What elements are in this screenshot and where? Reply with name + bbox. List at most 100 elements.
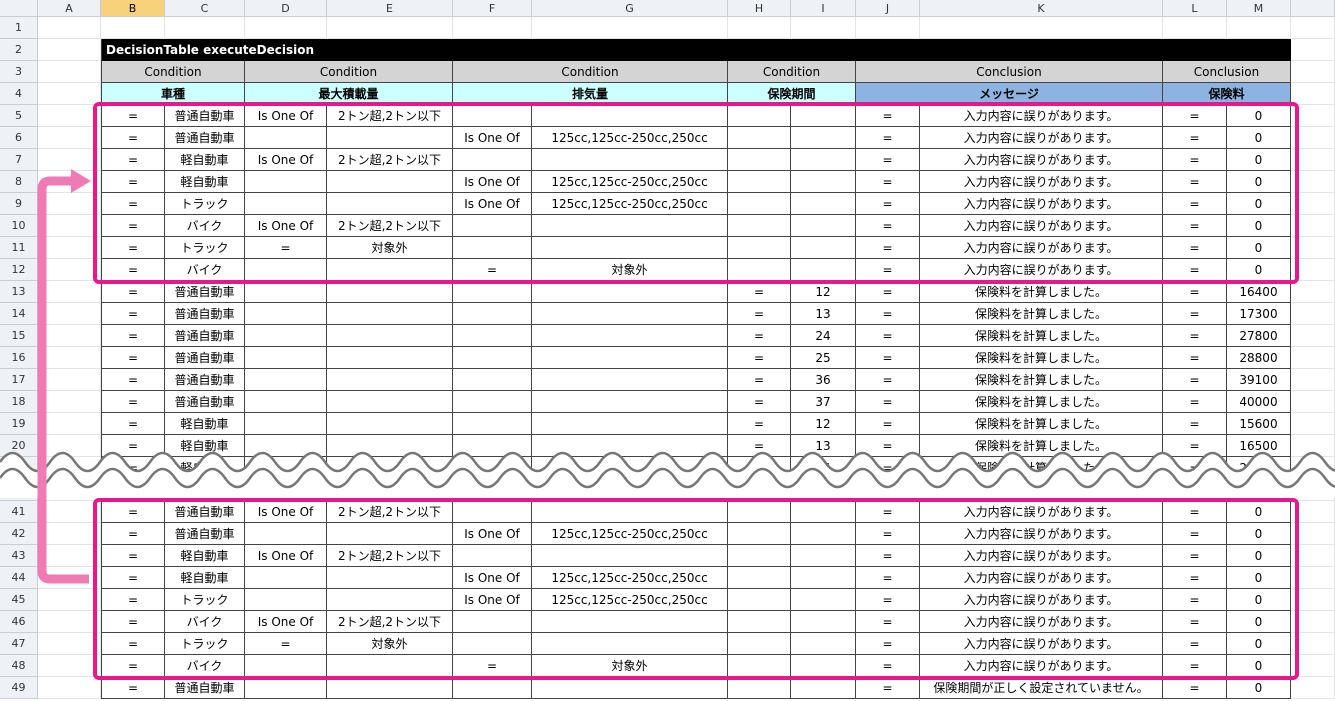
table-cell-d9[interactable] xyxy=(245,193,327,215)
table-cell-f41[interactable] xyxy=(453,501,532,523)
table-cell-d45[interactable] xyxy=(245,589,327,611)
column-header-f[interactable]: F xyxy=(453,0,532,17)
cell-n9[interactable] xyxy=(1291,193,1335,215)
table-cell-i45[interactable] xyxy=(791,589,856,611)
table-cell-d19[interactable] xyxy=(245,413,327,435)
table-cell-c46[interactable]: バイク xyxy=(165,611,245,633)
table-cell-e11[interactable]: 対象外 xyxy=(327,237,453,259)
row-header-6[interactable]: 6 xyxy=(0,127,38,149)
cell-n14[interactable] xyxy=(1291,303,1335,325)
row-header-2[interactable]: 2 xyxy=(0,39,38,61)
table-cell-i8[interactable] xyxy=(791,171,856,193)
table-cell-m47[interactable]: 0 xyxy=(1227,633,1291,655)
table-cell-d12[interactable] xyxy=(245,259,327,281)
cell-n49[interactable] xyxy=(1291,677,1335,699)
table-cell-h10[interactable] xyxy=(728,215,791,237)
table-cell-i6[interactable] xyxy=(791,127,856,149)
table-cell-c11[interactable]: トラック xyxy=(165,237,245,259)
table-cell-l7[interactable]: = xyxy=(1163,149,1227,171)
table-cell-b45[interactable]: = xyxy=(101,589,165,611)
table-cell-l14[interactable]: = xyxy=(1163,303,1227,325)
row-header-4[interactable]: 4 xyxy=(0,83,38,105)
table-cell-b6[interactable]: = xyxy=(101,127,165,149)
table-cell-f7[interactable] xyxy=(453,149,532,171)
table-cell-f45[interactable]: Is One Of xyxy=(453,589,532,611)
row-header-19[interactable]: 19 xyxy=(0,413,38,435)
column-header-d[interactable]: D xyxy=(245,0,327,17)
table-cell-i41[interactable] xyxy=(791,501,856,523)
table-cell-g12[interactable]: 対象外 xyxy=(532,259,728,281)
table-cell-h9[interactable] xyxy=(728,193,791,215)
table-cell-c45[interactable]: トラック xyxy=(165,589,245,611)
table-cell-l11[interactable]: = xyxy=(1163,237,1227,259)
table-cell-i10[interactable] xyxy=(791,215,856,237)
row-header-13[interactable]: 13 xyxy=(0,281,38,303)
table-cell-k43[interactable]: 入力内容に誤りがあります。 xyxy=(920,545,1163,567)
table-cell-j45[interactable]: = xyxy=(856,589,920,611)
table-cell-d5[interactable]: Is One Of xyxy=(245,105,327,127)
table-cell-i19[interactable]: 12 xyxy=(791,413,856,435)
table-cell-j7[interactable]: = xyxy=(856,149,920,171)
table-cell-j6[interactable]: = xyxy=(856,127,920,149)
table-cell-k49[interactable]: 保険期間が正しく設定されていません。 xyxy=(920,677,1163,699)
table-cell-d10[interactable]: Is One Of xyxy=(245,215,327,237)
table-cell-j18[interactable]: = xyxy=(856,391,920,413)
table-cell-j19[interactable]: = xyxy=(856,413,920,435)
table-cell-j12[interactable]: = xyxy=(856,259,920,281)
cell-a15[interactable] xyxy=(38,325,101,347)
table-cell-h5[interactable] xyxy=(728,105,791,127)
row-header-10[interactable]: 10 xyxy=(0,215,38,237)
table-cell-i48[interactable] xyxy=(791,655,856,677)
cell-n8[interactable] xyxy=(1291,171,1335,193)
table-cell-i7[interactable] xyxy=(791,149,856,171)
table-cell-k11[interactable]: 入力内容に誤りがあります。 xyxy=(920,237,1163,259)
table-cell-b7[interactable]: = xyxy=(101,149,165,171)
table-cell-i17[interactable]: 36 xyxy=(791,369,856,391)
table-cell-m9[interactable]: 0 xyxy=(1227,193,1291,215)
table-cell-g17[interactable] xyxy=(532,369,728,391)
cell-i1[interactable] xyxy=(791,17,856,39)
cell-n15[interactable] xyxy=(1291,325,1335,347)
table-cell-c12[interactable]: バイク xyxy=(165,259,245,281)
table-cell-h43[interactable] xyxy=(728,545,791,567)
table-cell-f5[interactable] xyxy=(453,105,532,127)
table-cell-g46[interactable] xyxy=(532,611,728,633)
table-cell-d6[interactable] xyxy=(245,127,327,149)
table-cell-l45[interactable]: = xyxy=(1163,589,1227,611)
table-cell-j44[interactable]: = xyxy=(856,567,920,589)
table-cell-g44[interactable]: 125cc,125cc-250cc,250cc xyxy=(532,567,728,589)
cell-a43[interactable] xyxy=(38,545,101,567)
table-cell-d7[interactable]: Is One Of xyxy=(245,149,327,171)
table-cell-k45[interactable]: 入力内容に誤りがあります。 xyxy=(920,589,1163,611)
table-cell-e13[interactable] xyxy=(327,281,453,303)
cell-a12[interactable] xyxy=(38,259,101,281)
table-cell-m43[interactable]: 0 xyxy=(1227,545,1291,567)
table-cell-g48[interactable]: 対象外 xyxy=(532,655,728,677)
cell-a10[interactable] xyxy=(38,215,101,237)
table-cell-h16[interactable]: = xyxy=(728,347,791,369)
table-cell-k15[interactable]: 保険料を計算しました。 xyxy=(920,325,1163,347)
cell-n17[interactable] xyxy=(1291,369,1335,391)
table-cell-j5[interactable]: = xyxy=(856,105,920,127)
table-cell-i9[interactable] xyxy=(791,193,856,215)
table-cell-h42[interactable] xyxy=(728,523,791,545)
table-cell-m44[interactable]: 0 xyxy=(1227,567,1291,589)
row-header-42[interactable]: 42 xyxy=(0,523,38,545)
table-cell-m14[interactable]: 17300 xyxy=(1227,303,1291,325)
cell-a14[interactable] xyxy=(38,303,101,325)
table-cell-b5[interactable]: = xyxy=(101,105,165,127)
table-cell-m10[interactable]: 0 xyxy=(1227,215,1291,237)
table-cell-e44[interactable] xyxy=(327,567,453,589)
table-cell-f47[interactable] xyxy=(453,633,532,655)
table-cell-k14[interactable]: 保険料を計算しました。 xyxy=(920,303,1163,325)
table-cell-b48[interactable]: = xyxy=(101,655,165,677)
cell-a41[interactable] xyxy=(38,501,101,523)
cell-b1[interactable] xyxy=(101,17,165,39)
table-cell-l48[interactable]: = xyxy=(1163,655,1227,677)
table-cell-f16[interactable] xyxy=(453,347,532,369)
table-cell-b11[interactable]: = xyxy=(101,237,165,259)
table-cell-b13[interactable]: = xyxy=(101,281,165,303)
column-header-m[interactable]: M xyxy=(1227,0,1291,17)
table-cell-k17[interactable]: 保険料を計算しました。 xyxy=(920,369,1163,391)
cell-n16[interactable] xyxy=(1291,347,1335,369)
